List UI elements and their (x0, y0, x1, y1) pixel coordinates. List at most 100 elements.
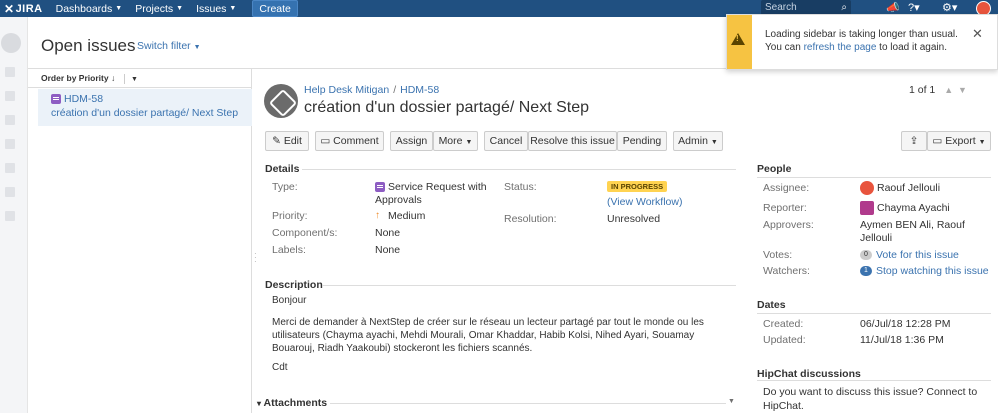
sidebar-placeholder-icon[interactable] (5, 139, 15, 149)
description-body: Merci de demander à NextStep de créer su… (272, 317, 704, 354)
priority-value: Medium (388, 210, 426, 222)
service-request-icon (51, 94, 61, 104)
created-label: Created: (763, 318, 804, 330)
view-workflow-link[interactable]: (View Workflow) (607, 196, 682, 208)
hipchat-text-line2: HipChat. (763, 400, 804, 412)
more-button[interactable]: More ▼ (433, 131, 478, 151)
flag-message: Loading sidebar is taking longer than us… (765, 28, 970, 54)
reporter-avatar (860, 201, 874, 215)
chevron-down-icon: ▼ (176, 5, 184, 12)
search-placeholder: Search (765, 2, 797, 13)
more-label: More (438, 135, 463, 147)
type-label: Type: (272, 181, 298, 193)
flag-text-after: to load it again. (876, 42, 947, 53)
assignee-label: Assignee: (763, 182, 810, 194)
switch-filter-label: Switch filter (137, 40, 191, 52)
section-divider (757, 177, 991, 178)
order-by-bar[interactable]: Order by Priority ↓ ▼ (28, 69, 251, 88)
chevron-down-icon[interactable]: ▼ (728, 398, 735, 405)
list-item-key-text: HDM-58 (64, 93, 104, 105)
share-button[interactable]: ⇪ (901, 131, 927, 151)
issue-title[interactable]: création d'un dossier partagé/ Next Step (304, 99, 589, 117)
search-icon: ⌕ (841, 2, 847, 13)
divider (123, 73, 125, 84)
export-button[interactable]: ▭ Export ▼ (927, 131, 991, 151)
nav-dashboards-label: Dashboards (55, 2, 113, 15)
assign-button[interactable]: Assign (390, 131, 433, 151)
pager-text: 1 of 1 (909, 84, 936, 96)
dates-section-title[interactable]: Dates (757, 299, 786, 311)
section-divider (757, 313, 991, 314)
type-value-line2: Approvals (375, 194, 422, 206)
hipchat-section-title[interactable]: HipChat discussions (757, 368, 861, 380)
section-divider (302, 169, 736, 170)
list-item-summary: création d'un dossier partagé/ Next Step (51, 107, 239, 119)
nav-projects[interactable]: Projects ▼ (135, 3, 183, 15)
jira-logo-text: JIRA (15, 2, 43, 15)
status-badge[interactable]: IN PROGRESS (607, 181, 668, 192)
labels-label: Labels: (272, 244, 306, 256)
description-section-title[interactable]: Description (265, 279, 323, 291)
stop-watching-link[interactable]: Stop watching this issue (876, 265, 989, 277)
priority-medium-icon: ↑ (375, 210, 380, 221)
share-icon: ⇪ (909, 135, 919, 147)
nav-dashboards[interactable]: Dashboards ▼ (56, 3, 123, 15)
issue-list-pane: Order by Priority ↓ ▼ HDM-58 création d'… (28, 69, 252, 413)
sidebar-placeholder-icon[interactable] (5, 163, 15, 173)
chevron-down-icon: ▾ (257, 399, 262, 408)
resolve-issue-button[interactable]: Resolve this issue (528, 131, 617, 151)
sidebar-project-avatar[interactable] (1, 33, 21, 53)
sidebar-placeholder-icon[interactable] (5, 211, 15, 221)
sidebar-placeholder-icon[interactable] (5, 67, 15, 77)
service-request-icon (375, 182, 385, 192)
create-button[interactable]: Create (252, 0, 298, 17)
details-section-title[interactable]: Details (265, 163, 299, 175)
cancel-button[interactable]: Cancel (484, 131, 528, 151)
watchers-label: Watchers: (763, 265, 810, 277)
chevron-down-icon: ▼ (229, 5, 237, 12)
sidebar-placeholder-icon[interactable] (5, 187, 15, 197)
project-avatar[interactable] (264, 84, 298, 118)
assignee-avatar (860, 181, 874, 195)
issue-pager: 1 of 1 ▲ ▼ (909, 84, 967, 96)
previous-arrow-icon[interactable]: ▲ (944, 85, 953, 95)
chevron-down-icon[interactable]: ▼ (131, 76, 138, 83)
order-by-label: Order by Priority (41, 73, 109, 83)
warning-stripe (727, 15, 752, 69)
refresh-page-link[interactable]: refresh the page (804, 42, 877, 53)
approvers-label: Approvers: (763, 219, 814, 231)
breadcrumb-issue-link[interactable]: HDM-58 (400, 84, 439, 96)
sidebar-loading-flag: Loading sidebar is taking longer than us… (726, 14, 998, 70)
priority-label: Priority: (272, 210, 308, 222)
admin-button[interactable]: Admin ▼ (673, 131, 723, 151)
close-icon[interactable]: ✕ (972, 26, 983, 42)
pane-resize-handle[interactable]: · · · (254, 250, 257, 266)
chevron-down-icon: ▼ (710, 139, 718, 146)
nav-issues[interactable]: Issues ▼ (196, 3, 236, 15)
chevron-down-icon: ▼ (978, 139, 986, 146)
switch-filter-link[interactable]: Switch filter ▼ (137, 40, 201, 52)
reporter-value[interactable]: Chayma Ayachi (877, 202, 950, 214)
next-arrow-icon[interactable]: ▼ (958, 85, 967, 95)
people-section-title[interactable]: People (757, 163, 791, 175)
watchers-count: 1 (860, 266, 872, 276)
pending-button[interactable]: Pending (617, 131, 667, 151)
description-closing: Cdt (272, 362, 288, 373)
list-item[interactable]: HDM-58 création d'un dossier partagé/ Ne… (38, 89, 252, 126)
breadcrumb-project-link[interactable]: Help Desk Mitigan (304, 84, 389, 96)
search-input[interactable]: Search ⌕ (761, 0, 851, 15)
sidebar-placeholder-icon[interactable] (5, 91, 15, 101)
components-value: None (375, 227, 401, 239)
breadcrumb-separator: / (393, 84, 397, 96)
vote-link[interactable]: Vote for this issue (876, 249, 959, 261)
edit-button[interactable]: ✎ Edit (265, 131, 309, 151)
list-item-key: HDM-58 (51, 93, 252, 105)
assignee-value[interactable]: Raouf Jellouli (877, 182, 940, 194)
comment-button[interactable]: ▭ Comment (315, 131, 384, 151)
attachments-section[interactable]: ▾ Attachments (257, 397, 327, 409)
resolution-value: Unresolved (607, 213, 661, 225)
sidebar-placeholder-icon[interactable] (5, 115, 15, 125)
comment-label: Comment (333, 135, 379, 147)
admin-label: Admin (678, 135, 708, 147)
jira-logo[interactable]: ✕ JIRA (4, 2, 43, 16)
